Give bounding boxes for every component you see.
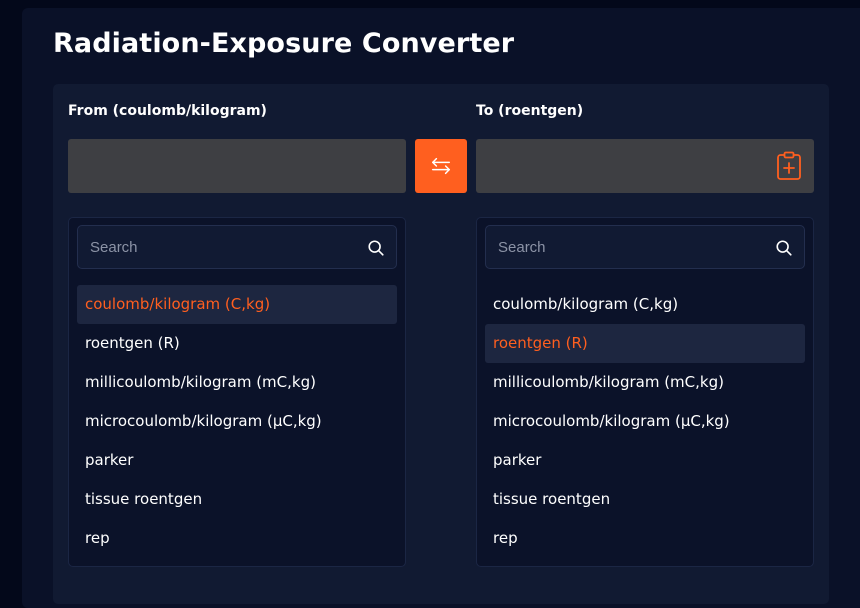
to-search-input[interactable] xyxy=(486,226,804,268)
from-unit-list: coulomb/kilogram (C,kg) roentgen (R) mil… xyxy=(68,217,406,567)
from-option-parker[interactable]: parker xyxy=(77,441,397,480)
from-option-coulomb-kilogram[interactable]: coulomb/kilogram (C,kg) xyxy=(77,285,397,324)
from-value-input[interactable] xyxy=(68,139,406,193)
converter-card: Radiation-Exposure Converter From (coulo… xyxy=(22,8,860,608)
search-icon[interactable] xyxy=(775,239,793,257)
to-option-coulomb-kilogram[interactable]: coulomb/kilogram (C,kg) xyxy=(485,285,805,324)
to-option-microcoulomb-kilogram[interactable]: microcoulomb/kilogram (µC,kg) xyxy=(485,402,805,441)
to-option-rep[interactable]: rep xyxy=(485,519,805,558)
from-options: coulomb/kilogram (C,kg) roentgen (R) mil… xyxy=(77,285,397,558)
search-icon[interactable] xyxy=(367,239,385,257)
from-option-microcoulomb-kilogram[interactable]: microcoulomb/kilogram (µC,kg) xyxy=(77,402,397,441)
swap-button[interactable] xyxy=(415,139,467,193)
to-option-roentgen[interactable]: roentgen (R) xyxy=(485,324,805,363)
to-value-input[interactable] xyxy=(476,139,814,193)
from-option-tissue-roentgen[interactable]: tissue roentgen xyxy=(77,480,397,519)
to-value-field xyxy=(476,139,814,193)
to-label: To (roentgen) xyxy=(476,103,584,119)
from-label: From (coulomb/kilogram) xyxy=(68,103,267,119)
to-option-tissue-roentgen[interactable]: tissue roentgen xyxy=(485,480,805,519)
to-options: coulomb/kilogram (C,kg) roentgen (R) mil… xyxy=(485,285,805,558)
clipboard-plus-icon xyxy=(777,151,801,180)
from-search-input[interactable] xyxy=(78,226,396,268)
to-unit-list: coulomb/kilogram (C,kg) roentgen (R) mil… xyxy=(476,217,814,567)
copy-result-button[interactable] xyxy=(774,151,804,181)
from-value-field[interactable] xyxy=(68,139,406,193)
to-search xyxy=(485,225,805,269)
from-option-roentgen[interactable]: roentgen (R) xyxy=(77,324,397,363)
swap-arrows-icon xyxy=(432,157,450,175)
to-option-parker[interactable]: parker xyxy=(485,441,805,480)
from-search xyxy=(77,225,397,269)
from-option-rep[interactable]: rep xyxy=(77,519,397,558)
to-option-millicoulomb-kilogram[interactable]: millicoulomb/kilogram (mC,kg) xyxy=(485,363,805,402)
from-option-millicoulomb-kilogram[interactable]: millicoulomb/kilogram (mC,kg) xyxy=(77,363,397,402)
page-title: Radiation-Exposure Converter xyxy=(53,28,515,59)
converter-panel: From (coulomb/kilogram) To (roentgen) Se… xyxy=(53,84,829,604)
